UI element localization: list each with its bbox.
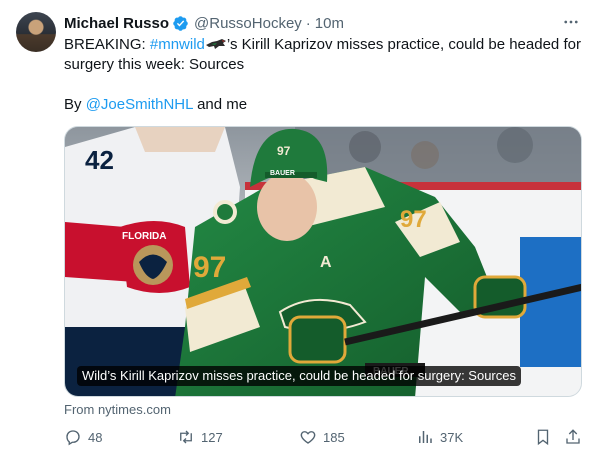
byline: By @JoeSmithNHL and me xyxy=(64,95,247,115)
like-count: 185 xyxy=(323,429,345,445)
more-horizontal-icon xyxy=(564,20,578,24)
like-button[interactable]: 185 xyxy=(299,428,345,446)
views-button[interactable]: 37K xyxy=(416,428,463,446)
repost-icon xyxy=(180,430,192,444)
share-icon xyxy=(566,429,580,444)
reply-button[interactable]: 48 xyxy=(64,428,102,446)
jersey-text: FLORIDA xyxy=(122,231,166,242)
hashtag-link[interactable]: #mnwild xyxy=(150,36,205,53)
author-name[interactable]: Michael Russo xyxy=(64,15,169,32)
byline-prefix: By xyxy=(64,96,86,113)
hockey-photo: P FLORIDA 42 97 97 A 97 BAUER BAU xyxy=(65,127,581,396)
tweet-header: Michael Russo @RussoHockey · 10m xyxy=(64,12,581,34)
timestamp[interactable]: 10m xyxy=(315,15,344,32)
author-handle[interactable]: @RussoHockey xyxy=(194,15,302,32)
minnesota-wild-bird-icon xyxy=(205,39,226,49)
mention-link[interactable]: @JoeSmithNHL xyxy=(86,96,193,113)
action-bar: 48 127 185 37K xyxy=(64,428,584,448)
opponent-number: 42 xyxy=(85,145,114,175)
reply-icon xyxy=(66,430,80,446)
text-prefix: BREAKING: xyxy=(64,36,150,53)
bookmark-button[interactable] xyxy=(534,428,558,446)
card-caption[interactable]: Wild’s Kirill Kaprizov misses practice, … xyxy=(77,366,521,386)
card-source[interactable]: From nytimes.com xyxy=(64,402,171,417)
separator-dot: · xyxy=(305,14,311,32)
verified-badge-icon xyxy=(173,15,188,31)
captain-letter: A xyxy=(320,254,332,271)
more-options-button[interactable] xyxy=(561,12,581,32)
heart-icon xyxy=(300,431,316,444)
link-card-image[interactable]: P FLORIDA 42 97 97 A 97 BAUER BAU xyxy=(64,126,582,397)
tweet-text: BREAKING: #mnwild ’s Kirill Kaprizov mis… xyxy=(64,35,584,75)
sleeve-number: 97 xyxy=(400,206,427,233)
repost-count: 127 xyxy=(201,429,223,445)
views-chart-icon xyxy=(419,431,432,443)
byline-suffix: and me xyxy=(192,96,248,113)
view-count: 37K xyxy=(440,429,464,445)
avatar[interactable] xyxy=(16,12,56,52)
bookmark-icon xyxy=(537,429,549,446)
reply-count: 48 xyxy=(88,429,103,445)
helmet-brand: BAUER xyxy=(270,170,295,177)
share-button[interactable] xyxy=(564,428,588,446)
shoulder-number: 97 xyxy=(193,251,226,284)
helmet-number: 97 xyxy=(277,144,291,158)
repost-button[interactable]: 127 xyxy=(177,428,223,446)
